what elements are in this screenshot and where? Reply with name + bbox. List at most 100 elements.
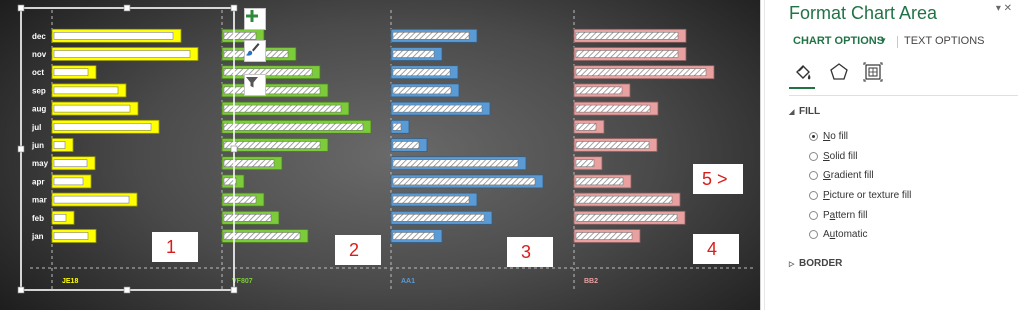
pane-title: Format Chart Area	[789, 3, 938, 23]
bar-inner	[223, 32, 257, 40]
radio-no-fill[interactable]: No fill	[809, 129, 848, 143]
chart-area[interactable]: jan feb mar apr may jun jul aug sep oct nov dec JE18…	[0, 0, 760, 310]
bar-inner	[392, 159, 519, 167]
radio-button[interactable]	[809, 210, 818, 220]
bar-inner	[53, 159, 88, 167]
radio-button[interactable]	[809, 151, 818, 161]
series-label: VF807	[232, 278, 253, 285]
bar-inner	[575, 141, 650, 149]
resize-handle[interactable]	[123, 4, 131, 12]
radio-label: Pattern fill	[823, 209, 868, 221]
radio-pattern-fill[interactable]: Pattern fill	[809, 208, 867, 222]
bar-inner	[575, 104, 651, 113]
resize-handle[interactable]	[230, 286, 238, 294]
resize-handle[interactable]	[230, 145, 238, 153]
chart-styles-button[interactable]	[244, 40, 266, 62]
month-label: jan	[31, 232, 44, 241]
size-properties-icon[interactable]	[863, 62, 883, 82]
month-label: aug	[32, 105, 46, 114]
bar-inner	[392, 32, 470, 40]
month-label: mar	[32, 196, 47, 205]
radio-label: Automatic	[823, 228, 868, 240]
bar-inner	[53, 50, 191, 58]
resize-handle[interactable]	[123, 286, 131, 294]
resize-handle[interactable]	[17, 145, 25, 153]
pane-divider[interactable]	[760, 0, 761, 310]
bar-inner	[392, 177, 536, 186]
bar-inner	[575, 214, 678, 222]
annotation-number: 1	[166, 237, 176, 257]
bar-inner	[223, 214, 272, 222]
bar-inner	[392, 104, 483, 113]
bar-inner	[53, 195, 130, 204]
radio-label: Gradient fill	[823, 169, 874, 181]
bar-inner	[575, 177, 624, 186]
radio-button[interactable]	[809, 170, 818, 180]
bar-inner	[53, 232, 89, 240]
month-label: sep	[32, 86, 46, 95]
bar-inner	[392, 232, 435, 240]
filter-icon	[246, 77, 258, 88]
bar-inner	[53, 177, 84, 186]
month-label: nov	[32, 50, 47, 59]
selected-icon-indicator	[789, 87, 815, 89]
chevron-down-icon[interactable]: ▾	[881, 35, 886, 46]
chart-elements-button[interactable]	[244, 8, 266, 30]
series-label: JE18	[62, 278, 78, 285]
pane-divider-line	[789, 95, 1018, 96]
resize-handle[interactable]	[230, 4, 238, 12]
month-label: jun	[31, 141, 44, 150]
radio-label: Picture or texture fill	[823, 189, 912, 201]
bar-chart: jan feb mar apr may jun jul aug sep oct nov dec JE18…	[17, 4, 755, 294]
month-label: feb	[32, 214, 44, 223]
bar-inner	[392, 50, 435, 58]
series-label: BB2	[584, 278, 598, 285]
bar-inner	[575, 68, 707, 76]
expand-triangle-icon: ▷	[789, 261, 795, 268]
radio-button[interactable]	[809, 131, 818, 141]
bar-inner	[53, 214, 67, 222]
bar-inner	[575, 123, 597, 131]
bar-inner	[392, 86, 452, 95]
bar-inner	[53, 123, 152, 131]
fill-section-header[interactable]: ◢ FILL	[789, 106, 820, 117]
radio-solid-fill[interactable]: Solid fill	[809, 149, 857, 163]
resize-handle[interactable]	[17, 286, 25, 294]
annotation-number: 4	[707, 239, 717, 259]
month-label: jul	[31, 123, 41, 132]
bar-inner	[575, 32, 679, 40]
pane-close-controls[interactable]: ▾ ✕	[996, 3, 1012, 14]
month-label: apr	[32, 177, 44, 186]
radio-picture-or-texture-fill[interactable]: Picture or texture fill	[809, 188, 911, 202]
tab-text-options[interactable]: TEXT OPTIONS	[904, 35, 984, 47]
month-label: oct	[32, 68, 44, 77]
bar-inner	[53, 141, 66, 149]
radio-button[interactable]	[809, 229, 818, 239]
bar-inner	[53, 68, 89, 76]
radio-automatic[interactable]: Automatic	[809, 227, 867, 241]
bar-inner	[392, 141, 420, 149]
month-label: may	[32, 159, 49, 168]
bar-inner	[223, 195, 257, 204]
bar-inner	[392, 68, 451, 76]
resize-handle[interactable]	[17, 4, 25, 12]
tab-chart-options[interactable]: CHART OPTIONS	[793, 35, 884, 47]
radio-button[interactable]	[809, 190, 818, 200]
tab-separator	[897, 36, 898, 48]
annotation-number: 3	[521, 242, 531, 262]
radio-gradient-fill[interactable]: Gradient fill	[809, 168, 874, 182]
border-section-header[interactable]: ▷ BORDER	[789, 258, 842, 269]
fill-line-icon[interactable]	[793, 62, 813, 82]
radio-label: No fill	[823, 130, 849, 142]
collapse-triangle-icon: ◢	[789, 109, 795, 116]
bar-inner	[223, 232, 301, 240]
format-chart-area-pane: Format Chart Area ▾ ✕ CHART OPTIONS ▾ TE…	[765, 0, 1018, 310]
radio-label: Solid fill	[823, 150, 858, 162]
bar-inner	[575, 232, 633, 240]
bar-inner	[223, 123, 364, 131]
plus-icon	[246, 10, 258, 22]
chart-filters-button[interactable]	[244, 74, 266, 96]
effects-icon[interactable]	[829, 62, 849, 82]
paintbrush-icon	[246, 43, 260, 56]
bar-inner	[392, 123, 402, 131]
